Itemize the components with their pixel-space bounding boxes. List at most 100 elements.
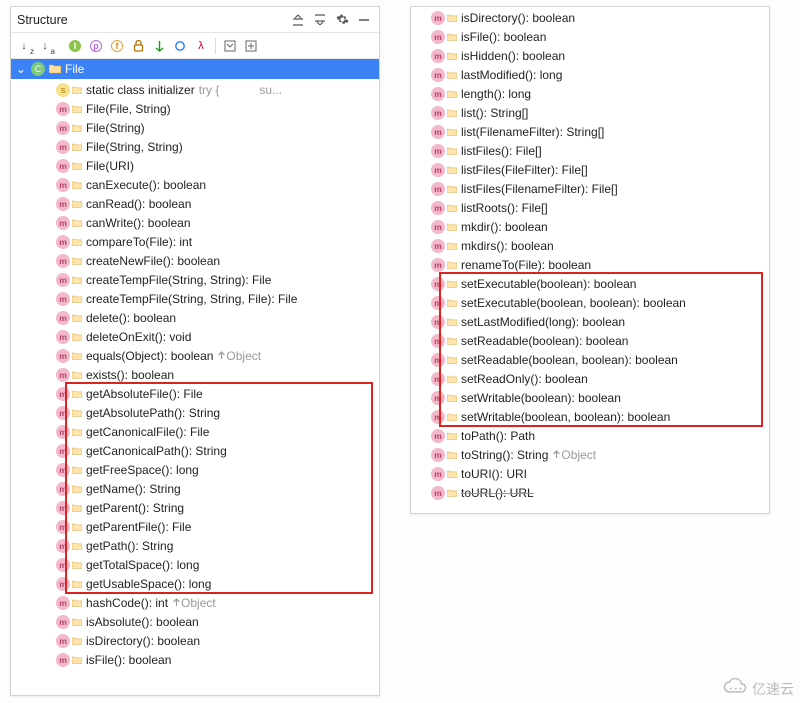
folder-mini-icon — [447, 298, 457, 308]
member-row[interactable]: msetExecutable(boolean): boolean — [411, 274, 769, 293]
show-lambda-icon[interactable]: λ — [192, 37, 210, 55]
member-row[interactable]: mcreateTempFile(String, String): File — [11, 270, 379, 289]
member-row[interactable]: mhashCode(): intObject — [11, 593, 379, 612]
member-row[interactable]: misAbsolute(): boolean — [11, 612, 379, 631]
member-row[interactable]: mcanRead(): boolean — [11, 194, 379, 213]
override-hint: Object — [172, 596, 216, 610]
method-icon: m — [56, 387, 70, 401]
member-row[interactable]: misHidden(): boolean — [411, 46, 769, 65]
member-row[interactable]: mgetName(): String — [11, 479, 379, 498]
member-row[interactable]: mFile(String) — [11, 118, 379, 137]
member-row[interactable]: msetLastModified(long): boolean — [411, 312, 769, 331]
member-row[interactable]: mcompareTo(File): int — [11, 232, 379, 251]
member-row[interactable]: msetReadOnly(): boolean — [411, 369, 769, 388]
member-row[interactable]: mlistRoots(): File[] — [411, 198, 769, 217]
expand-icon[interactable] — [221, 37, 239, 55]
member-row[interactable]: m setWritable(boolean, boolean): boolean — [411, 407, 769, 426]
class-node-file[interactable]: ⌄ C File — [11, 59, 379, 79]
autoscroll-icon[interactable] — [242, 37, 260, 55]
member-row[interactable]: mlistFiles(FileFilter): File[] — [411, 160, 769, 179]
folder-mini-icon — [447, 412, 457, 422]
member-row[interactable]: misFile(): boolean — [11, 650, 379, 669]
member-row[interactable]: mmkdir(): boolean — [411, 217, 769, 236]
member-row[interactable]: mFile(URI) — [11, 156, 379, 175]
method-icon: m — [431, 220, 445, 234]
folder-mini-icon — [447, 431, 457, 441]
member-row[interactable]: mtoString(): StringObject — [411, 445, 769, 464]
folder-mini-icon — [72, 275, 82, 285]
folder-mini-icon — [72, 256, 82, 266]
folder-mini-icon — [72, 560, 82, 570]
member-row[interactable]: mcanWrite(): boolean — [11, 213, 379, 232]
member-row[interactable]: msetExecutable(boolean, boolean): boolea… — [411, 293, 769, 312]
member-row[interactable]: mtoURI(): URI — [411, 464, 769, 483]
method-icon: m — [56, 311, 70, 325]
folder-mini-icon — [72, 465, 82, 475]
show-nonpublic-icon[interactable] — [129, 37, 147, 55]
show-anonymous-icon[interactable] — [171, 37, 189, 55]
gear-icon[interactable] — [333, 11, 351, 29]
member-row[interactable]: mgetAbsolutePath(): String — [11, 403, 379, 422]
member-row[interactable]: mlist(FilenameFilter): String[] — [411, 122, 769, 141]
show-interfaces-icon[interactable]: I — [66, 37, 84, 55]
member-row[interactable]: mFile(File, String) — [11, 99, 379, 118]
member-label: exists(): boolean — [86, 368, 174, 382]
member-row[interactable]: mlist(): String[] — [411, 103, 769, 122]
show-fields-icon[interactable]: f — [108, 37, 126, 55]
member-row[interactable]: mmkdirs(): boolean — [411, 236, 769, 255]
member-row[interactable]: mtoPath(): Path — [411, 426, 769, 445]
minimize-icon[interactable] — [355, 11, 373, 29]
show-inherited-icon[interactable] — [150, 37, 168, 55]
chevron-down-icon[interactable]: ⌄ — [15, 62, 27, 76]
member-row[interactable]: misDirectory(): boolean — [11, 631, 379, 650]
folder-mini-icon — [447, 70, 457, 80]
member-label: setWritable(boolean, boolean): boolean — [461, 410, 670, 424]
member-row[interactable]: sstatic class initializertry {su... — [11, 80, 379, 99]
member-row[interactable]: msetWritable(boolean): boolean — [411, 388, 769, 407]
member-row[interactable]: mgetCanonicalFile(): File — [11, 422, 379, 441]
member-row[interactable]: mexists(): boolean — [11, 365, 379, 384]
member-row[interactable]: mFile(String, String) — [11, 137, 379, 156]
sort-alpha-icon[interactable]: ↓a — [36, 37, 54, 55]
member-row[interactable]: mcreateTempFile(String, String, File): F… — [11, 289, 379, 308]
member-row[interactable]: mgetParent(): String — [11, 498, 379, 517]
method-icon: m — [431, 125, 445, 139]
member-row[interactable]: msetReadable(boolean, boolean): boolean — [411, 350, 769, 369]
method-icon: m — [56, 102, 70, 116]
member-row[interactable]: mlastModified(): long — [411, 65, 769, 84]
member-label: canWrite(): boolean — [86, 216, 191, 230]
member-row[interactable]: mgetFreeSpace(): long — [11, 460, 379, 479]
folder-mini-icon — [447, 279, 457, 289]
member-row[interactable]: mequals(Object): booleanObject — [11, 346, 379, 365]
member-row[interactable]: mgetAbsoluteFile(): File — [11, 384, 379, 403]
member-row[interactable]: mgetCanonicalPath(): String — [11, 441, 379, 460]
collapse-all-icon[interactable] — [289, 11, 307, 29]
folder-mini-icon — [72, 313, 82, 323]
member-label: delete(): boolean — [86, 311, 176, 325]
show-properties-icon[interactable]: p — [87, 37, 105, 55]
member-row[interactable]: mcreateNewFile(): boolean — [11, 251, 379, 270]
member-row[interactable]: misFile(): boolean — [411, 27, 769, 46]
member-row[interactable]: mgetTotalSpace(): long — [11, 555, 379, 574]
member-row[interactable]: mdeleteOnExit(): void — [11, 327, 379, 346]
member-row[interactable]: misDirectory(): boolean — [411, 8, 769, 27]
member-row[interactable]: mlistFiles(FilenameFilter): File[] — [411, 179, 769, 198]
member-row[interactable]: mtoURL(): URL — [411, 483, 769, 502]
folder-mini-icon — [447, 260, 457, 270]
member-row[interactable]: mlistFiles(): File[] — [411, 141, 769, 160]
member-row[interactable]: mgetPath(): String — [11, 536, 379, 555]
member-row[interactable]: mcanExecute(): boolean — [11, 175, 379, 194]
member-row[interactable]: mgetUsableSpace(): long — [11, 574, 379, 593]
member-label: File(String) — [86, 121, 145, 135]
method-icon: m — [431, 486, 445, 500]
member-row[interactable]: msetReadable(boolean): boolean — [411, 331, 769, 350]
sort-az-icon[interactable]: ↓z — [15, 37, 33, 55]
member-row[interactable]: mrenameTo(File): boolean — [411, 255, 769, 274]
member-row[interactable]: m delete(): boolean — [11, 308, 379, 327]
method-icon: m — [431, 410, 445, 424]
method-icon: m — [431, 87, 445, 101]
member-label: canExecute(): boolean — [86, 178, 206, 192]
member-row[interactable]: mgetParentFile(): File — [11, 517, 379, 536]
expand-all-icon[interactable] — [311, 11, 329, 29]
member-row[interactable]: mlength(): long — [411, 84, 769, 103]
